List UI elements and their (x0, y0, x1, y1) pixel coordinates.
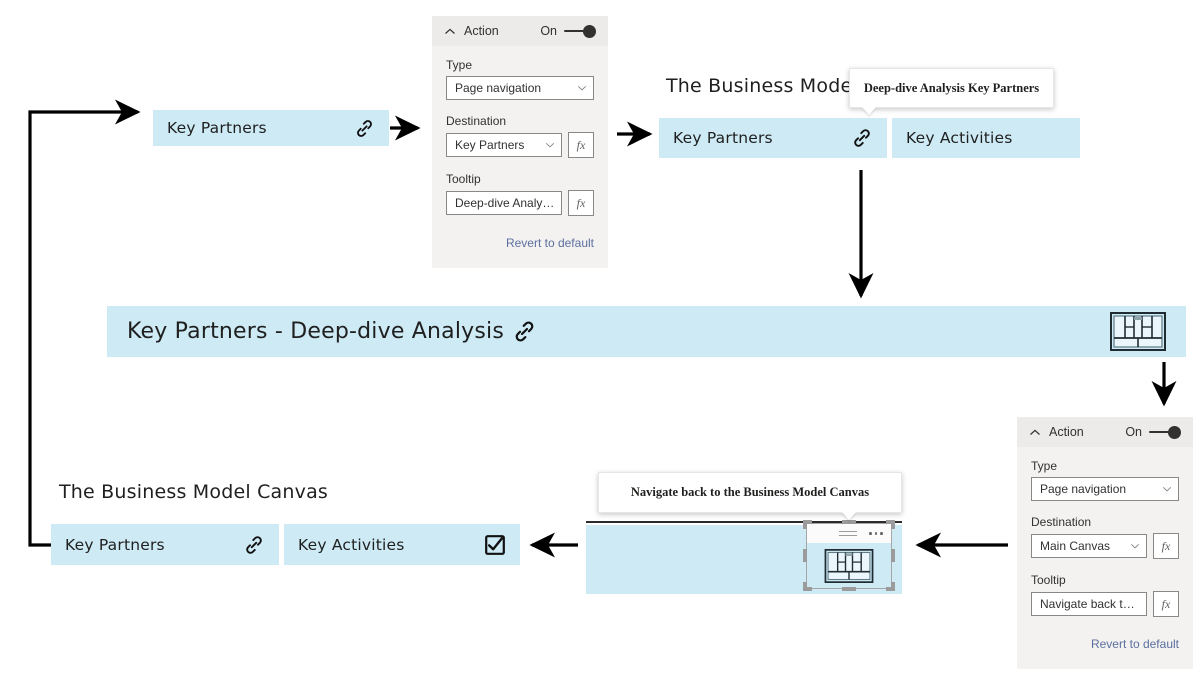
resize-handle-bottom-middle[interactable] (842, 587, 856, 591)
resize-handle-right-middle[interactable] (891, 549, 895, 562)
tooltip-input[interactable]: Navigate back to ... (1031, 592, 1147, 616)
resize-handle-bottom-right-v[interactable] (891, 582, 895, 591)
step5-cell-label: Key Partners (65, 535, 165, 554)
tooltip-fx-button[interactable]: fx (1153, 591, 1179, 617)
tooltip-label: Tooltip (1031, 573, 1066, 587)
deep-dive-banner-label: Key Partners - Deep-dive Analysis (127, 319, 505, 344)
step5-key-activities-cell[interactable]: Key Activities (284, 524, 520, 565)
chevron-up-icon[interactable] (1029, 426, 1041, 438)
resize-handle-top-left-v[interactable] (803, 520, 807, 529)
step5-canvas-title: The Business Model Canvas (59, 481, 329, 503)
step2-tooltip: Deep-dive Analysis Key Partners (849, 68, 1054, 108)
step1-key-partners-cell[interactable]: Key Partners (153, 110, 389, 146)
action-pane-top-state: On (540, 24, 557, 38)
step2-key-partners-cell[interactable]: Key Partners (659, 118, 887, 158)
type-value: Page navigation (1040, 482, 1127, 496)
action-pane-top-header[interactable]: Action On (432, 16, 608, 46)
step4-selected-image-widget[interactable] (806, 523, 892, 589)
link-icon[interactable] (851, 127, 873, 149)
destination-label: Destination (446, 114, 507, 128)
link-icon[interactable] (243, 534, 265, 556)
type-dropdown[interactable]: Page navigation (1031, 477, 1179, 501)
action-pane-bottom-header[interactable]: Action On (1017, 417, 1193, 447)
type-label: Type (1031, 459, 1058, 473)
type-value: Page navigation (455, 81, 542, 95)
canvas-layout-icon[interactable] (1110, 312, 1166, 351)
destination-label: Destination (1031, 515, 1092, 529)
deep-dive-banner[interactable]: Key Partners - Deep-dive Analysis (107, 306, 1186, 357)
resize-handle-bottom-left-v[interactable] (803, 582, 807, 591)
resize-handle-top-middle[interactable] (842, 520, 856, 524)
step1-cell-label: Key Partners (167, 119, 267, 137)
more-options-icon[interactable] (869, 532, 883, 535)
link-icon[interactable] (512, 319, 537, 344)
destination-dropdown[interactable]: Main Canvas (1031, 534, 1147, 558)
chevron-down-icon[interactable] (571, 83, 587, 93)
action-pane-top-title: Action (464, 24, 499, 38)
link-icon (354, 118, 375, 139)
step2-key-activities-cell[interactable]: Key Activities (892, 118, 1080, 158)
toggle-on-icon[interactable] (1149, 425, 1181, 439)
step4-tooltip-tail (842, 512, 856, 520)
step4-tooltip: Navigate back to the Business Model Canv… (598, 472, 902, 513)
chevron-down-icon[interactable] (539, 140, 555, 150)
tooltip-fx-button[interactable]: fx (568, 190, 594, 216)
chevron-down-icon[interactable] (1156, 484, 1172, 494)
destination-fx-button[interactable]: fx (568, 132, 594, 158)
widget-image (807, 543, 891, 588)
tooltip-value: Navigate back to ... (1040, 597, 1140, 611)
action-pane-bottom-state: On (1125, 425, 1142, 439)
destination-dropdown[interactable]: Key Partners (446, 133, 562, 157)
tooltip-input[interactable]: Deep-dive Analysi... (446, 191, 562, 215)
destination-value: Key Partners (455, 138, 525, 152)
action-pane-bottom: Action On Type Page navigation Destinati… (1017, 417, 1193, 669)
destination-value: Main Canvas (1040, 539, 1111, 553)
resize-handle-top-right-v[interactable] (891, 520, 895, 529)
action-pane-bottom-title: Action (1049, 425, 1084, 439)
step2-cell-label: Key Activities (906, 129, 1013, 147)
chevron-up-icon[interactable] (444, 25, 456, 37)
resize-handle-left-middle[interactable] (803, 549, 807, 562)
toggle-on-icon[interactable] (564, 24, 596, 38)
step5-cell-label: Key Activities (298, 535, 405, 554)
type-dropdown[interactable]: Page navigation (446, 76, 594, 100)
destination-fx-button[interactable]: fx (1153, 533, 1179, 559)
checkbox-checked-icon[interactable] (484, 534, 506, 556)
step2-tooltip-tail (862, 107, 876, 115)
step5-key-partners-cell[interactable]: Key Partners (51, 524, 279, 565)
hamburger-icon[interactable] (839, 530, 858, 537)
widget-header (807, 524, 891, 543)
tooltip-label: Tooltip (446, 172, 481, 186)
type-label: Type (446, 58, 473, 72)
canvas-layout-icon (824, 548, 874, 583)
chevron-down-icon[interactable] (1124, 541, 1140, 551)
revert-to-default-link[interactable]: Revert to default (1017, 631, 1193, 651)
tooltip-value: Deep-dive Analysi... (455, 196, 555, 210)
revert-to-default-link[interactable]: Revert to default (432, 230, 608, 250)
action-pane-top: Action On Type Page navigation Destinati… (432, 16, 608, 268)
step2-cell-label: Key Partners (673, 129, 773, 147)
